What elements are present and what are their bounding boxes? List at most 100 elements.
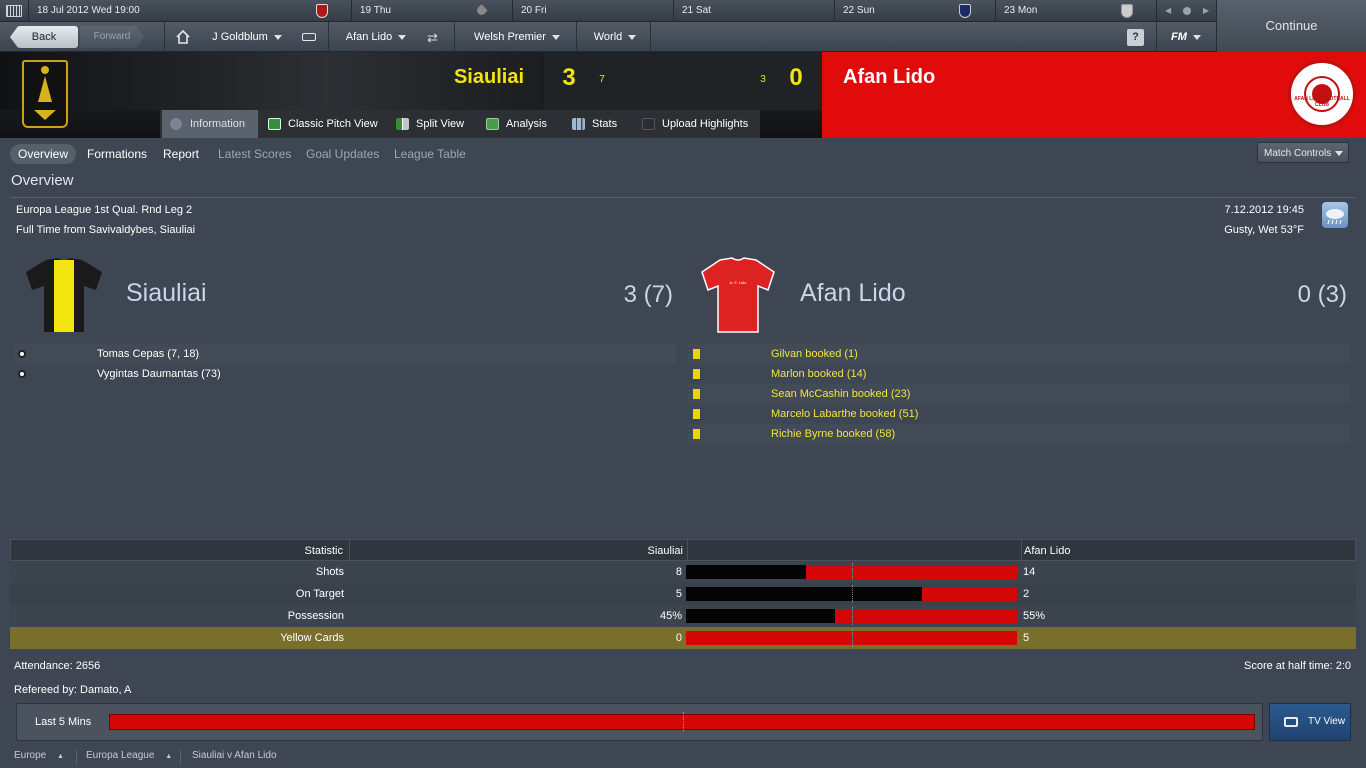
- stats-header-row: Statistic Siauliai Afan Lido: [10, 539, 1356, 561]
- manager-menu[interactable]: J Goldblum: [200, 26, 294, 48]
- center-line: [683, 712, 684, 732]
- ball-icon: [18, 350, 26, 358]
- day-label: 19 Thu: [360, 5, 391, 16]
- club-crest-icon[interactable]: [316, 4, 328, 18]
- divider: [687, 540, 688, 560]
- info-icon: [170, 118, 182, 130]
- inbox-icon[interactable]: [302, 33, 316, 41]
- away-team-title: Afan Lido: [800, 279, 906, 307]
- home-stat-value: 5: [675, 588, 682, 600]
- yellow-card-icon: [693, 349, 700, 359]
- subnav-league-table[interactable]: League Table: [394, 144, 466, 164]
- divider: [10, 197, 1356, 198]
- fixture-crest-icon[interactable]: [959, 4, 971, 18]
- continue-button[interactable]: Continue: [1216, 0, 1366, 52]
- tab-analysis[interactable]: Analysis: [478, 110, 560, 138]
- tv-view-label: TV View: [1308, 716, 1346, 727]
- league-label: Welsh Premier: [474, 31, 546, 43]
- match-controls-button[interactable]: Match Controls: [1257, 142, 1349, 163]
- subnav-label: Report: [163, 147, 200, 161]
- home-crest-icon: [22, 60, 68, 128]
- home-stat-value: 8: [675, 566, 682, 578]
- stat-row-shots: Shots 8 14: [10, 561, 1356, 583]
- away-header: [822, 52, 1366, 138]
- yellow-card-icon: [693, 369, 700, 379]
- tab-stats[interactable]: Stats: [564, 110, 630, 138]
- home-column-header: Siauliai: [647, 545, 683, 557]
- booking-label: Marlon booked (14): [771, 368, 867, 380]
- home-event-row: Vygintas Daumantas (73): [14, 364, 676, 384]
- current-date-text: 18 Jul 2012 Wed 19:00: [37, 5, 140, 16]
- tab-information[interactable]: Information: [162, 110, 258, 138]
- away-event-row: Marcelo Labarthe booked (51): [688, 404, 1350, 424]
- back-button[interactable]: Back: [10, 26, 78, 48]
- tv-view-button[interactable]: TV View: [1269, 703, 1351, 741]
- breadcrumb-label: Europe: [14, 750, 47, 761]
- breadcrumb-europa-league[interactable]: Europa League ▲: [86, 750, 172, 761]
- stat-label: Possession: [287, 610, 344, 622]
- divider: [576, 22, 577, 52]
- booking-label: Sean McCashin booked (23): [771, 388, 911, 400]
- fixture-crest-icon[interactable]: [1121, 4, 1133, 18]
- calendar-next-icon[interactable]: ▶: [1203, 0, 1209, 22]
- away-stat-value: 5: [1023, 632, 1030, 644]
- world-menu[interactable]: World: [584, 26, 646, 48]
- yellow-card-icon: [693, 389, 700, 399]
- tab-split-view[interactable]: Split View: [388, 110, 474, 138]
- away-crest-text: AFAN LIDO FOOTBALL CLUB: [1294, 96, 1350, 108]
- calendar-prev-icon[interactable]: ◀: [1165, 0, 1171, 22]
- goal-scorer: Tomas Cepas (7, 18): [97, 348, 200, 360]
- center-line: [852, 607, 853, 625]
- center-line: [852, 585, 853, 603]
- scoreboard: [544, 52, 822, 110]
- fm-menu[interactable]: FM: [1164, 26, 1208, 48]
- ball-icon: [18, 370, 26, 378]
- goal-scorer: Vygintas Daumantas (73): [97, 368, 221, 380]
- booking-label: Marcelo Labarthe booked (51): [771, 408, 919, 420]
- calendar-current-date: 18 Jul 2012 Wed 19:00: [28, 0, 350, 22]
- divider: [1156, 22, 1157, 52]
- halftime-score-label: Score at half time: 2:0: [1244, 660, 1351, 672]
- forward-label: Forward: [93, 31, 131, 42]
- chevron-down-icon: [1192, 34, 1201, 40]
- breadcrumb-europe[interactable]: Europe ▲: [14, 750, 64, 761]
- swap-icon[interactable]: ⇄: [427, 30, 438, 46]
- league-menu[interactable]: Welsh Premier: [462, 26, 572, 48]
- club-menu[interactable]: Afan Lido: [336, 26, 416, 48]
- divider: [349, 540, 350, 560]
- subnav-goal-updates[interactable]: Goal Updates: [306, 144, 379, 164]
- forward-button[interactable]: Forward: [80, 26, 144, 48]
- away-column-header: Afan Lido: [1024, 545, 1071, 557]
- subnav-label: Latest Scores: [218, 147, 292, 161]
- day-label: 23 Mon: [1004, 5, 1038, 16]
- home-icon[interactable]: [176, 29, 190, 44]
- stat-row-yellow-cards: Yellow Cards 0 5: [10, 627, 1356, 649]
- tab-classic-pitch-view[interactable]: Classic Pitch View: [260, 110, 384, 138]
- calendar-day-thu[interactable]: 19 Thu: [351, 0, 512, 22]
- booking-label: Gilvan booked (1): [771, 348, 858, 360]
- yellow-card-icon: [693, 429, 700, 439]
- day-label: 21 Sat: [682, 5, 711, 16]
- subnav-report[interactable]: Report: [163, 144, 199, 164]
- fm-label: FM: [1171, 31, 1187, 43]
- calendar-day-fri[interactable]: 20 Fri: [512, 0, 673, 22]
- away-stat-bar: [922, 587, 1017, 601]
- continue-label: Continue: [1265, 18, 1318, 33]
- home-kit-icon: [24, 256, 104, 336]
- last-five-minutes-panel: Last 5 Mins: [16, 703, 1263, 741]
- subnav-latest-scores[interactable]: Latest Scores: [218, 144, 291, 164]
- subnav-overview[interactable]: Overview: [10, 144, 76, 164]
- tab-upload-highlights[interactable]: Upload Highlights: [634, 110, 758, 138]
- calendar-icon[interactable]: [6, 5, 22, 17]
- subnav-formations[interactable]: Formations: [87, 144, 147, 164]
- away-kit-text: A. F. Lido: [729, 280, 747, 285]
- help-label: ?: [1132, 31, 1139, 43]
- breadcrumb-current: Siauliai v Afan Lido: [192, 750, 277, 761]
- calendar-day-sat[interactable]: 21 Sat: [673, 0, 834, 22]
- match-controls-label: Match Controls: [1264, 148, 1332, 159]
- help-button[interactable]: ?: [1127, 29, 1144, 46]
- calendar-today-icon[interactable]: [1183, 7, 1191, 15]
- club-label: Afan Lido: [345, 31, 393, 43]
- away-stat-value: 14: [1023, 566, 1036, 578]
- world-label: World: [593, 31, 623, 43]
